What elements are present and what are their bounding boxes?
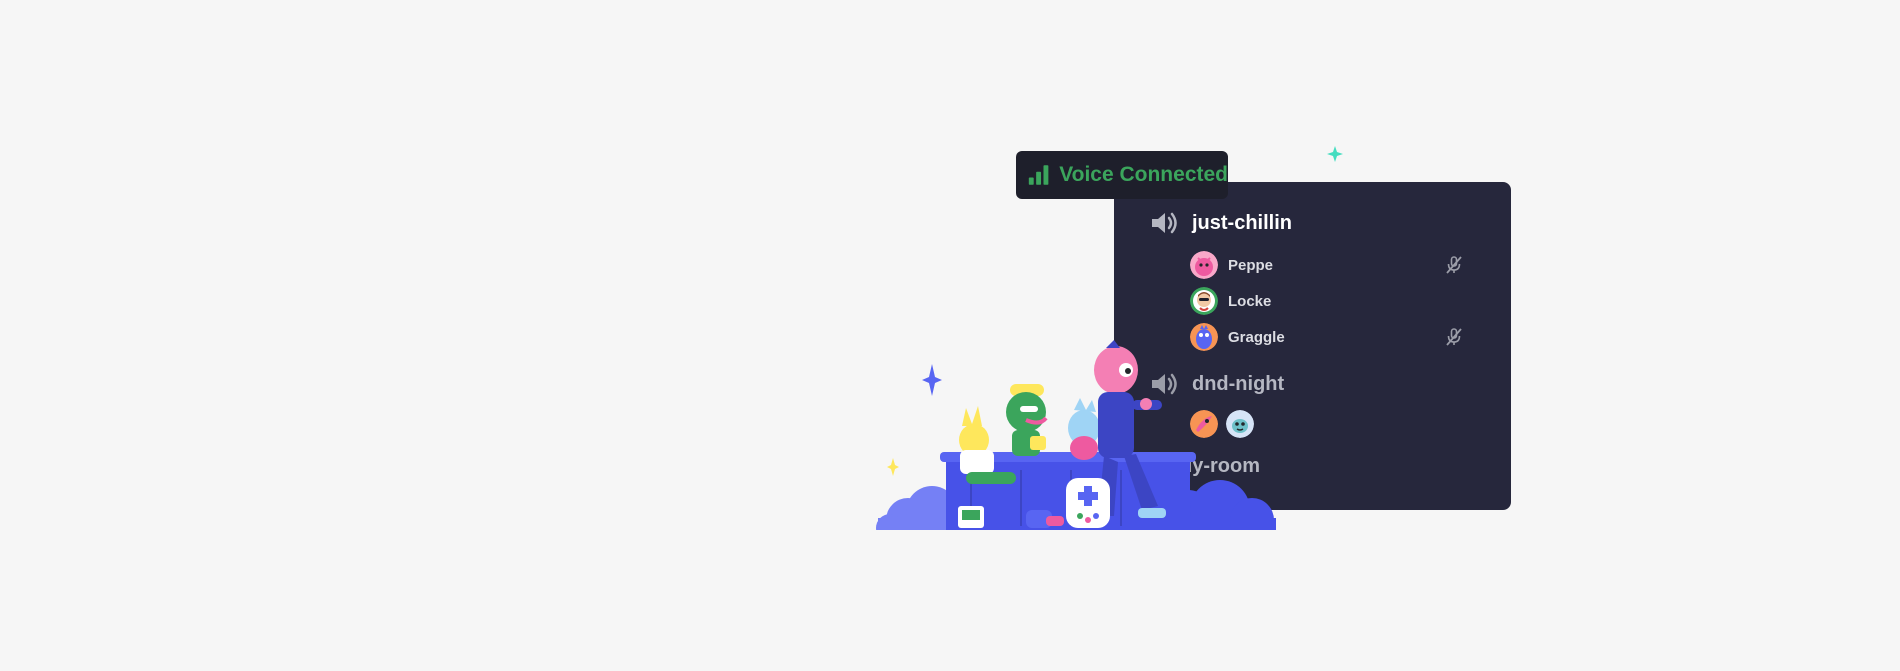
- signal-bars-icon: [1028, 165, 1049, 185]
- voice-connected-label: Voice Connected: [1059, 163, 1228, 186]
- blue-spiky-character: [1068, 398, 1100, 460]
- green-ring-avatar: [1190, 287, 1218, 315]
- pink-monster-avatar: [1190, 251, 1218, 279]
- teal-sparkle-icon: [1327, 146, 1343, 162]
- member-locke[interactable]: Locke: [1190, 286, 1470, 316]
- voice-connected-banner: Voice Connected: [1016, 151, 1228, 199]
- green-character: [1006, 384, 1048, 456]
- channel-name: just-chillin: [1192, 211, 1292, 234]
- shoe-accent: [1046, 516, 1064, 526]
- mic-muted-icon[interactable]: [1444, 327, 1464, 347]
- stage: Voice Connected just-chillin Peppe Locke…: [0, 0, 1900, 671]
- game-controller: [1066, 478, 1110, 528]
- speaker-icon: [1152, 212, 1177, 234]
- member-name: Peppe: [1228, 256, 1274, 274]
- channel-just-chillin[interactable]: just-chillin: [1150, 210, 1292, 236]
- member-peppe[interactable]: Peppe: [1190, 250, 1470, 280]
- member-name: Locke: [1228, 292, 1272, 310]
- mic-muted-icon[interactable]: [1444, 255, 1464, 275]
- friends-hanging-out-illustration: [876, 340, 1276, 530]
